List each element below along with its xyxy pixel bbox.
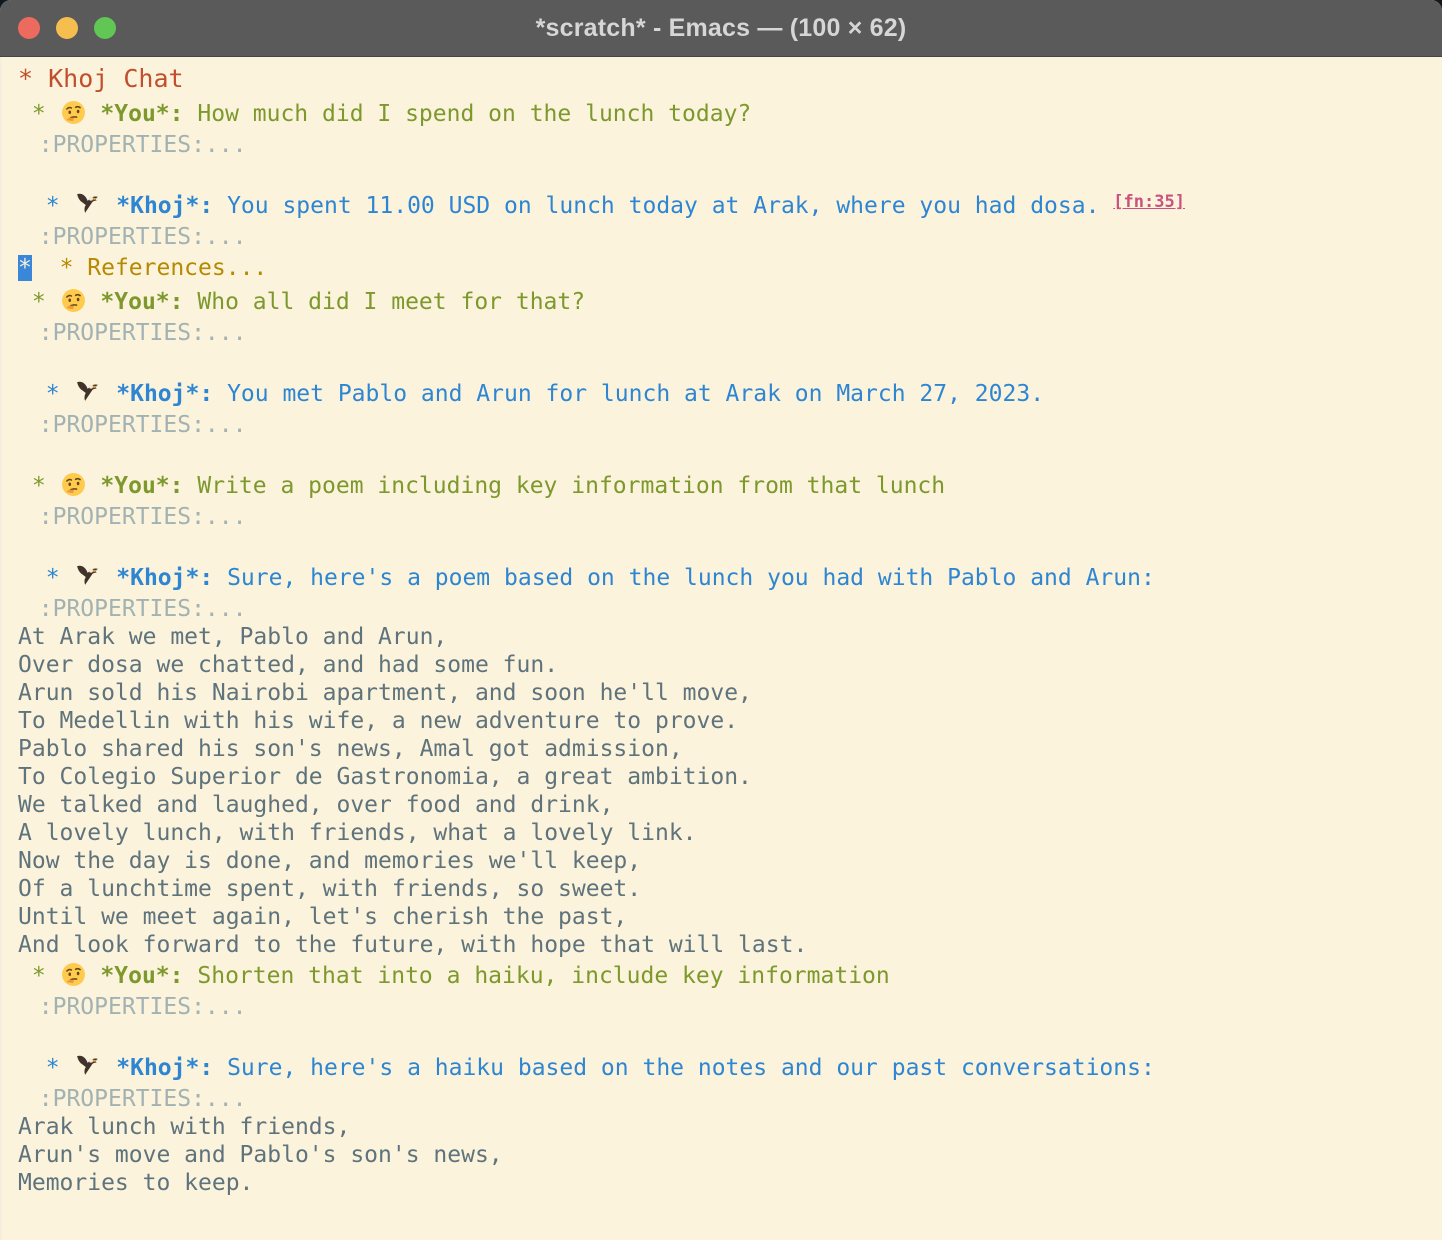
poem-line: Arun sold his Nairobi apartment, and soo…	[0, 679, 1442, 707]
properties-drawer[interactable]: :PROPERTIES:...	[0, 319, 1442, 347]
message-text: How much did I spend on the lunch today?	[197, 101, 751, 127]
message-text: You spent 11.00 USD on lunch today at Ar…	[227, 193, 1099, 219]
properties-drawer[interactable]: :PROPERTIES:...	[0, 131, 1442, 159]
thinking-face-icon	[60, 959, 87, 993]
poem-line: Now the day is done, and memories we'll …	[0, 847, 1442, 875]
properties-drawer[interactable]: :PROPERTIES:...	[0, 1085, 1442, 1113]
blank-line	[0, 531, 1442, 561]
org-heading-khoj-message-3[interactable]: * *Khoj*: Sure, here's a poem based on t…	[0, 561, 1442, 595]
org-heading-khoj-message-4[interactable]: * *Khoj*: Sure, here's a haiku based on …	[0, 1051, 1442, 1085]
org-heading-khoj-message-1[interactable]: * *Khoj*: You spent 11.00 USD on lunch t…	[0, 189, 1442, 223]
poem-line: To Medellin with his wife, a new adventu…	[0, 707, 1442, 735]
haiku-line: Arak lunch with friends,	[0, 1113, 1442, 1141]
org-star: *	[32, 289, 46, 315]
blank-line	[0, 1021, 1442, 1051]
references-label: * References...	[60, 255, 268, 281]
message-text: Who all did I meet for that?	[197, 289, 585, 315]
properties-drawer[interactable]: :PROPERTIES:...	[0, 411, 1442, 439]
speaker-label: *Khoj*:	[116, 1055, 213, 1081]
message-text: Shorten that into a haiku, include key i…	[197, 963, 889, 989]
org-heading-khoj-chat[interactable]: * Khoj Chat	[0, 61, 1442, 97]
poem-line: Of a lunchtime spent, with friends, so s…	[0, 875, 1442, 903]
org-heading-you-message-1[interactable]: * *You*: How much did I spend on the lun…	[0, 97, 1442, 131]
poem-line: A lovely lunch, with friends, what a lov…	[0, 819, 1442, 847]
eagle-icon	[73, 561, 102, 595]
properties-drawer[interactable]: :PROPERTIES:...	[0, 223, 1442, 251]
thinking-face-icon	[60, 97, 87, 131]
message-text: You met Pablo and Arun for lunch at Arak…	[227, 381, 1044, 407]
poem-line: Until we meet again, let's cherish the p…	[0, 903, 1442, 931]
org-star: *	[18, 64, 33, 93]
eagle-icon	[73, 189, 102, 223]
poem-line: Over dosa we chatted, and had some fun.	[0, 651, 1442, 679]
doc-title: Khoj Chat	[48, 64, 183, 93]
properties-drawer[interactable]: :PROPERTIES:...	[0, 595, 1442, 623]
thinking-face-icon	[60, 469, 87, 503]
org-heading-you-message-2[interactable]: * *You*: Who all did I meet for that?	[0, 285, 1442, 319]
blank-line	[0, 347, 1442, 377]
org-star: *	[32, 101, 46, 127]
message-text: Write a poem including key information f…	[197, 473, 945, 499]
org-star: *	[46, 565, 60, 591]
blank-line	[0, 159, 1442, 189]
poem-line: At Arak we met, Pablo and Arun,	[0, 623, 1442, 651]
speaker-label: *You*:	[100, 473, 183, 499]
org-star: *	[32, 963, 46, 989]
speaker-label: *You*:	[100, 963, 183, 989]
speaker-label: *Khoj*:	[116, 381, 213, 407]
org-star: *	[46, 1055, 60, 1081]
poem-line: And look forward to the future, with hop…	[0, 931, 1442, 959]
org-heading-you-message-3[interactable]: * *You*: Write a poem including key info…	[0, 469, 1442, 503]
poem-line: Pablo shared his son's news, Amal got ad…	[0, 735, 1442, 763]
text-cursor: *	[18, 255, 32, 281]
references-section[interactable]: * * References...	[0, 251, 1442, 285]
window-titlebar[interactable]: *scratch* - Emacs — (100 × 62)	[0, 0, 1442, 57]
org-star: *	[32, 473, 46, 499]
org-heading-you-message-4[interactable]: * *You*: Shorten that into a haiku, incl…	[0, 959, 1442, 993]
haiku-line: Memories to keep.	[0, 1169, 1442, 1197]
message-text: Sure, here's a haiku based on the notes …	[227, 1055, 1155, 1081]
speaker-label: *You*:	[100, 101, 183, 127]
haiku-line: Arun's move and Pablo's son's news,	[0, 1141, 1442, 1169]
window-title: *scratch* - Emacs — (100 × 62)	[0, 0, 1442, 56]
speaker-label: *You*:	[100, 289, 183, 315]
blank-line	[0, 439, 1442, 469]
speaker-label: *Khoj*:	[116, 565, 213, 591]
org-star: *	[46, 193, 60, 219]
eagle-icon	[73, 1051, 102, 1085]
org-star: *	[46, 381, 60, 407]
thinking-face-icon	[60, 285, 87, 319]
poem-line: To Colegio Superior de Gastronomia, a gr…	[0, 763, 1442, 791]
footnote-link[interactable]: [fn:35]	[1113, 192, 1185, 212]
message-text: Sure, here's a poem based on the lunch y…	[227, 565, 1155, 591]
poem-line: We talked and laughed, over food and dri…	[0, 791, 1442, 819]
properties-drawer[interactable]: :PROPERTIES:...	[0, 993, 1442, 1021]
emacs-window: *scratch* - Emacs — (100 × 62) * Khoj Ch…	[0, 0, 1442, 1240]
speaker-label: *Khoj*:	[116, 193, 213, 219]
emacs-buffer[interactable]: * Khoj Chat * *You*: How much did I spen…	[0, 57, 1442, 1240]
properties-drawer[interactable]: :PROPERTIES:...	[0, 503, 1442, 531]
org-heading-khoj-message-2[interactable]: * *Khoj*: You met Pablo and Arun for lun…	[0, 377, 1442, 411]
eagle-icon	[73, 377, 102, 411]
